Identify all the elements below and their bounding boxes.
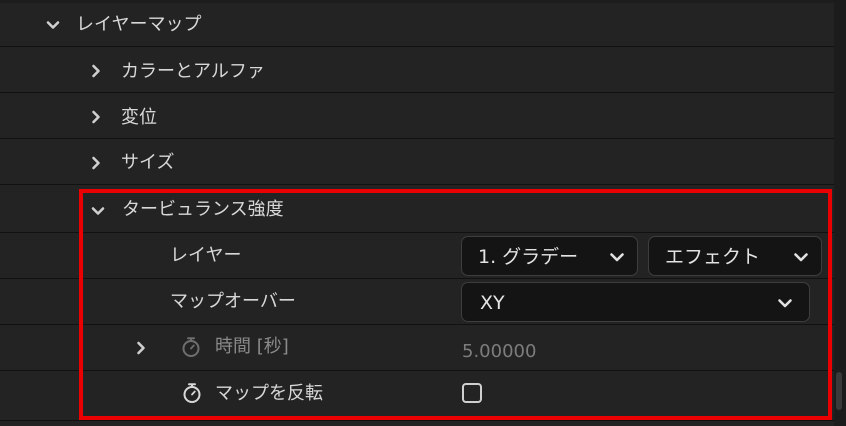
chevron-right-icon[interactable] <box>88 109 104 125</box>
size-label: サイズ <box>121 152 175 173</box>
color-alpha-label: カラーとアルファ <box>121 61 265 82</box>
stopwatch-icon[interactable] <box>180 336 202 358</box>
layer-type-dropdown[interactable]: エフェクト <box>648 236 822 276</box>
map-over-label: マップオーバー <box>170 291 296 312</box>
scrollbar-thumb[interactable] <box>836 372 842 410</box>
invert-map-row: マップを反転 <box>0 371 834 421</box>
property-group-displacement[interactable]: 変位 <box>0 93 834 139</box>
layer-type-value: エフェクト <box>665 246 761 268</box>
chevron-down-icon <box>609 249 625 265</box>
time-row: 時間 [秒] 5.00000 <box>0 325 834 371</box>
property-group-size[interactable]: サイズ <box>0 139 834 185</box>
property-group-turbulence[interactable]: タービュランス強度 <box>0 187 834 233</box>
layer-map-label: レイヤーマップ <box>76 14 202 35</box>
layer-label: レイヤー <box>170 245 242 266</box>
invert-map-label: マップを反転 <box>215 383 323 404</box>
chevron-right-icon[interactable] <box>88 155 104 171</box>
layer-row: レイヤー 1. グラデー エフェクト <box>0 233 834 279</box>
chevron-down-icon <box>777 295 793 311</box>
layer-source-value: 1. グラデー <box>478 246 579 268</box>
stopwatch-icon[interactable] <box>181 382 203 404</box>
chevron-down-icon[interactable] <box>90 203 106 219</box>
turbulence-label: タービュランス強度 <box>122 199 284 220</box>
time-label: 時間 [秒] <box>215 336 289 357</box>
invert-map-checkbox[interactable] <box>462 383 482 403</box>
chevron-right-icon[interactable] <box>133 340 149 356</box>
chevron-right-icon[interactable] <box>88 63 104 79</box>
chevron-down-icon[interactable] <box>45 17 61 33</box>
map-over-value: XY <box>480 292 505 314</box>
chevron-down-icon <box>793 249 809 265</box>
scrollbar-track[interactable] <box>834 0 846 426</box>
displacement-label: 変位 <box>121 107 157 128</box>
map-over-dropdown[interactable]: XY <box>461 282 810 322</box>
map-over-row: マップオーバー XY <box>0 279 834 325</box>
property-group-color-alpha[interactable]: カラーとアルファ <box>0 47 834 93</box>
layer-source-dropdown[interactable]: 1. グラデー <box>461 236 638 276</box>
time-value[interactable]: 5.00000 <box>462 341 536 363</box>
layer-map-row[interactable]: レイヤーマップ <box>0 0 834 47</box>
